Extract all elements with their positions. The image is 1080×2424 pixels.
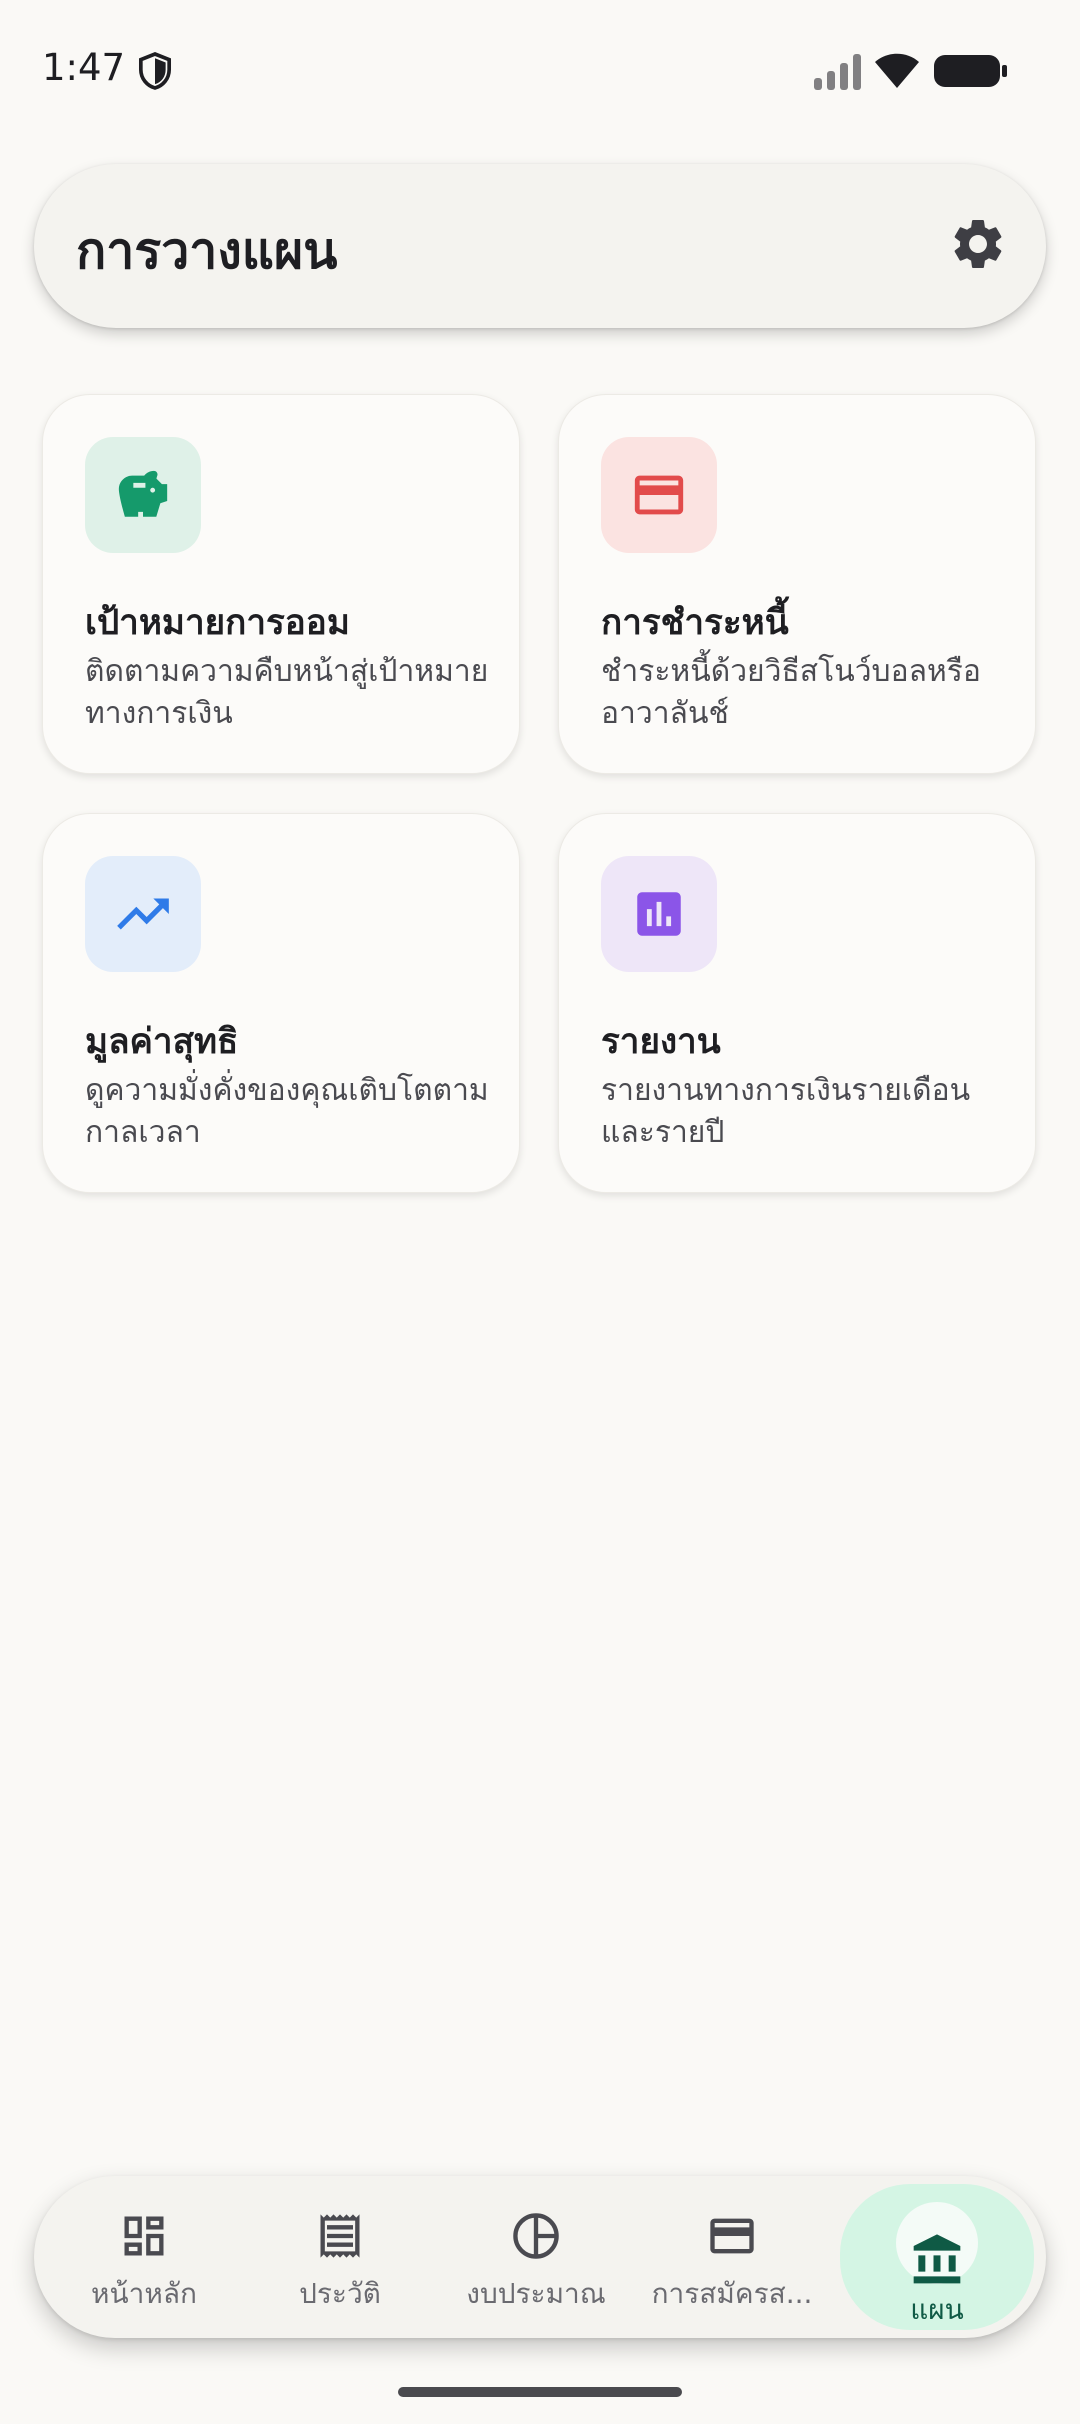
bar-chart-icon: [637, 892, 681, 936]
credit-card-icon: [634, 475, 684, 515]
settings-button[interactable]: [948, 214, 1008, 274]
card-title: เป้าหมายการออม: [85, 603, 350, 643]
nav-item-subscriptions[interactable]: การสมัครส...: [634, 2176, 830, 2338]
debt-payoff-card[interactable]: การชำระหนี้ ชำระหนี้ด้วยวิธีสโนว์บอลหรือ…: [558, 394, 1036, 774]
net-worth-card[interactable]: มูลค่าสุทธิ ดูความมั่งคั่งของคุณเติบโตตา…: [42, 813, 520, 1193]
home-indicator: [398, 2387, 682, 2397]
credit-card-icon: [710, 2218, 754, 2254]
battery-icon: [934, 55, 1007, 87]
nav-label: การสมัครส...: [651, 2277, 813, 2310]
shield-icon: [138, 52, 172, 90]
card-icon-box: [85, 437, 201, 553]
reports-card[interactable]: รายงาน รายงานทางการเงินรายเดือนและรายปี: [558, 813, 1036, 1193]
card-title: รายงาน: [601, 1022, 721, 1062]
nav-item-home[interactable]: หน้าหลัก: [46, 2176, 242, 2338]
wifi-icon: [875, 53, 919, 88]
receipt-icon: [320, 2214, 360, 2258]
page-title: การวางแผน: [76, 222, 338, 280]
nav-item-budget[interactable]: งบประมาณ: [438, 2176, 634, 2338]
gear-icon: [954, 220, 1002, 268]
piggy-bank-icon: [118, 470, 168, 517]
card-title: การชำระหนี้: [601, 603, 789, 643]
nav-icon-highlight: [896, 2202, 978, 2284]
bank-icon: [913, 2234, 961, 2284]
status-bar: 1:47: [0, 0, 1080, 140]
card-description: ดูความมั่งคั่งของคุณเติบโตตามกาลเวลา: [85, 1073, 489, 1150]
status-time: 1:47: [42, 46, 126, 89]
nav-label: แผน: [910, 2293, 964, 2326]
signal-icon: [814, 54, 861, 90]
card-icon-box: [601, 437, 717, 553]
pie-chart-icon: [513, 2213, 559, 2259]
nav-label: งบประมาณ: [466, 2277, 606, 2310]
nav-label: หน้าหลัก: [91, 2277, 197, 2310]
card-description: รายงานทางการเงินรายเดือนและรายปี: [601, 1073, 971, 1150]
card-icon-box: [601, 856, 717, 972]
dashboard-icon: [124, 2216, 164, 2256]
card-description: ชำระหนี้ด้วยวิธีสโนว์บอลหรืออาวาลันช์: [601, 654, 981, 731]
card-icon-box: [85, 856, 201, 972]
nav-label: ประวัติ: [299, 2277, 381, 2310]
card-title: มูลค่าสุทธิ: [85, 1022, 239, 1062]
savings-goals-card[interactable]: เป้าหมายการออม ติดตามความคืบหน้าสู่เป้าห…: [42, 394, 520, 774]
trending-up-icon: [117, 898, 169, 930]
top-app-bar: การวางแผน: [34, 164, 1046, 328]
nav-item-history[interactable]: ประวัติ: [242, 2176, 438, 2338]
bottom-navigation: หน้าหลัก ประวัติ งบประมาณ การสมัครส... แ…: [34, 2176, 1046, 2338]
nav-item-plan[interactable]: แผน: [840, 2184, 1034, 2330]
card-description: ติดตามความคืบหน้าสู่เป้าหมายทางการเงิน: [85, 654, 489, 731]
